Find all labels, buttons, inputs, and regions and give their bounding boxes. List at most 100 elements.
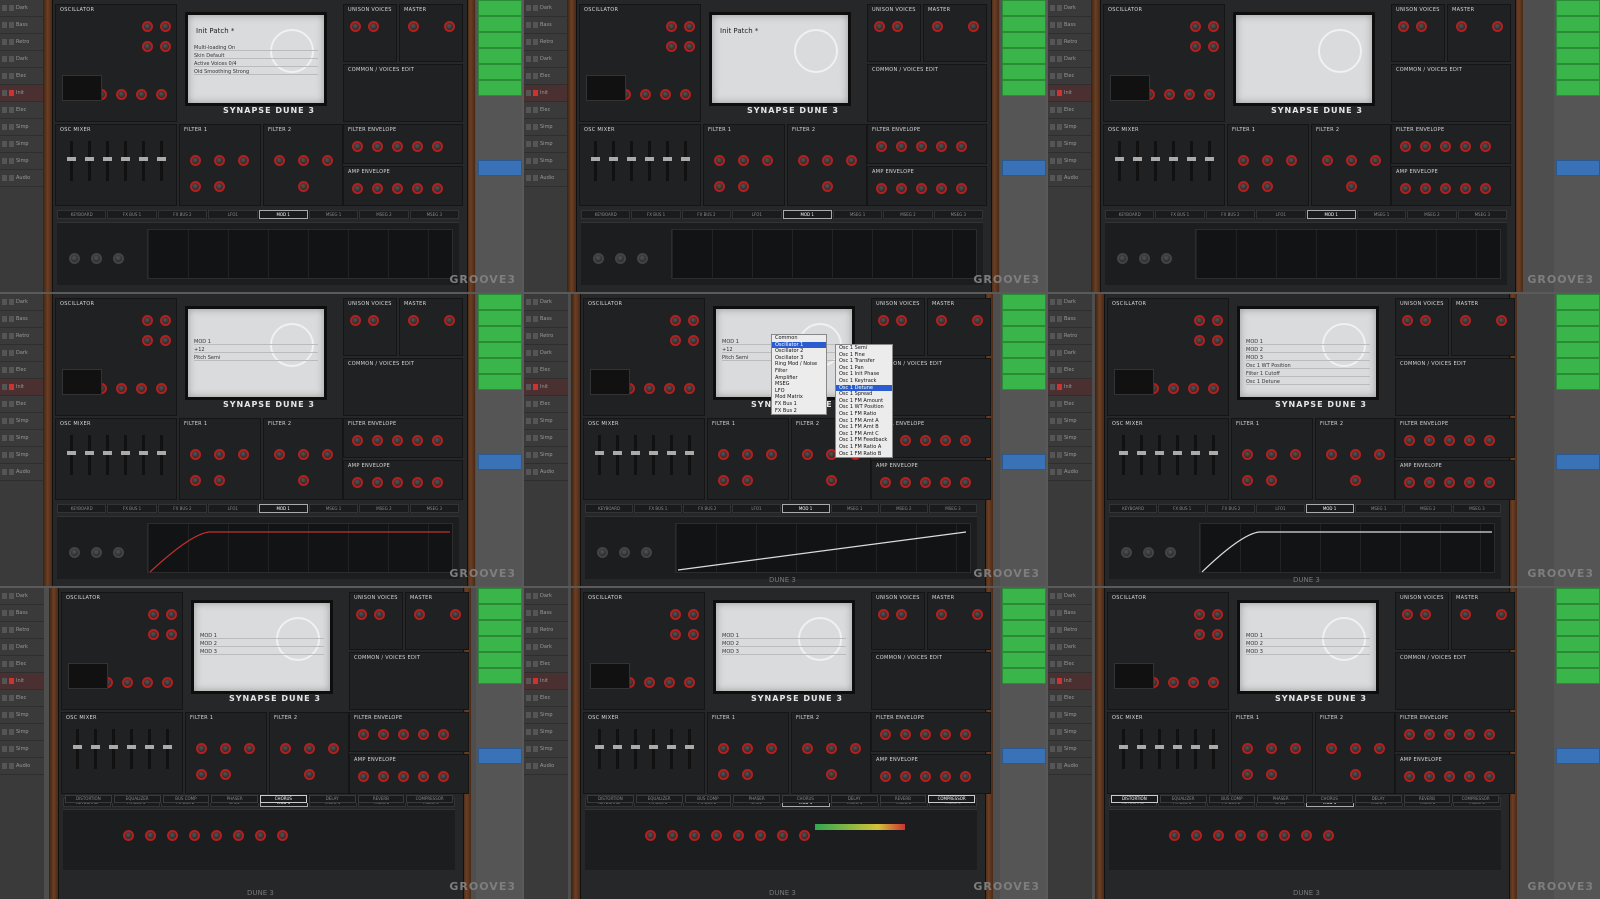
track-row[interactable]: Elec <box>0 102 44 119</box>
mod-knob[interactable] <box>69 253 80 264</box>
mute-button[interactable] <box>526 90 531 96</box>
solo-button[interactable] <box>1057 350 1062 356</box>
module-tab[interactable]: MSEG 3 <box>1457 210 1507 219</box>
menu-item[interactable]: Oscillator 2 <box>772 348 826 355</box>
midi-clip[interactable] <box>1002 374 1046 390</box>
mute-button[interactable] <box>526 384 531 390</box>
solo-button[interactable] <box>1057 141 1062 147</box>
mute-button[interactable] <box>2 158 7 164</box>
module-tab[interactable]: FX BUS 2 <box>681 210 732 219</box>
master-knob[interactable] <box>936 315 947 326</box>
master-knob[interactable] <box>408 21 419 32</box>
filter-knob[interactable] <box>1290 449 1301 460</box>
track-row[interactable]: Elec <box>0 362 44 379</box>
mixer-fader[interactable] <box>1133 141 1142 181</box>
module-tab[interactable]: FX BUS 2 <box>157 210 208 219</box>
filter-knob[interactable] <box>718 769 729 780</box>
osc-knob[interactable] <box>1188 677 1199 688</box>
fx-tab[interactable]: DELAY <box>830 795 878 803</box>
solo-button[interactable] <box>1057 158 1062 164</box>
envelope-knob[interactable] <box>936 183 947 194</box>
mute-button[interactable] <box>526 5 531 11</box>
mute-button[interactable] <box>1050 90 1055 96</box>
mixer-fader[interactable] <box>667 729 676 769</box>
osc-knob[interactable] <box>688 335 699 346</box>
module-tab[interactable]: LFO1 <box>1256 504 1305 513</box>
audio-clip[interactable] <box>1002 748 1046 764</box>
solo-button[interactable] <box>1057 333 1062 339</box>
track-row[interactable]: Dark <box>0 0 44 17</box>
module-tab[interactable]: MOD 1 <box>1305 504 1354 513</box>
filter-knob[interactable] <box>244 743 255 754</box>
fx-knob[interactable] <box>711 830 722 841</box>
midi-clip[interactable] <box>478 16 522 32</box>
midi-clip[interactable] <box>1002 668 1046 684</box>
midi-clip[interactable] <box>1556 668 1600 684</box>
filter-knob[interactable] <box>766 743 777 754</box>
module-tab[interactable]: MSEG 2 <box>359 504 409 513</box>
envelope-knob[interactable] <box>372 141 383 152</box>
mute-button[interactable] <box>526 333 531 339</box>
mute-button[interactable] <box>526 627 531 633</box>
mute-button[interactable] <box>2 56 7 62</box>
mute-button[interactable] <box>1050 73 1055 79</box>
mod-knob[interactable] <box>113 547 124 558</box>
fx-tab[interactable]: REVERB <box>1403 795 1451 803</box>
midi-clip[interactable] <box>1002 326 1046 342</box>
envelope-knob[interactable] <box>1484 477 1495 488</box>
envelope-knob[interactable] <box>352 141 363 152</box>
solo-button[interactable] <box>533 695 538 701</box>
envelope-knob[interactable] <box>398 771 409 782</box>
track-row[interactable]: Elec <box>524 690 568 707</box>
envelope-knob[interactable] <box>1444 771 1455 782</box>
midi-clip[interactable] <box>1556 294 1600 310</box>
solo-button[interactable] <box>9 418 14 424</box>
menu-item[interactable]: Ring Mod / Noise <box>772 361 826 368</box>
osc-knob[interactable] <box>116 383 127 394</box>
envelope-knob[interactable] <box>956 183 967 194</box>
module-tab[interactable]: KEYBOARD <box>1109 504 1158 513</box>
midi-clip[interactable] <box>478 48 522 64</box>
solo-button[interactable] <box>9 73 14 79</box>
module-tab[interactable]: MSEG 2 <box>1403 504 1452 513</box>
filter-knob[interactable] <box>1370 155 1381 166</box>
mute-button[interactable] <box>526 56 531 62</box>
filter-knob[interactable] <box>1238 181 1249 192</box>
mixer-fader[interactable] <box>1187 141 1196 181</box>
osc-knob[interactable] <box>680 89 691 100</box>
menu-item[interactable]: Osc 1 FM Ratio A <box>836 444 892 451</box>
midi-clip[interactable] <box>1002 80 1046 96</box>
master-knob[interactable] <box>936 609 947 620</box>
mute-button[interactable] <box>2 593 7 599</box>
envelope-knob[interactable] <box>1460 183 1471 194</box>
envelope-knob[interactable] <box>876 183 887 194</box>
fx-knob[interactable] <box>1169 830 1180 841</box>
envelope-knob[interactable] <box>916 141 927 152</box>
solo-button[interactable] <box>9 435 14 441</box>
mute-button[interactable] <box>2 5 7 11</box>
filter-knob[interactable] <box>1266 769 1277 780</box>
module-tab[interactable]: MOD 1 <box>258 504 308 513</box>
mixer-fader[interactable] <box>1173 729 1182 769</box>
envelope-knob[interactable] <box>1420 141 1431 152</box>
solo-button[interactable] <box>533 384 538 390</box>
track-row[interactable]: Simp <box>0 413 44 430</box>
solo-button[interactable] <box>533 316 538 322</box>
filter-knob[interactable] <box>1238 155 1249 166</box>
master-knob[interactable] <box>1460 315 1471 326</box>
mute-button[interactable] <box>1050 299 1055 305</box>
envelope-knob[interactable] <box>1424 729 1435 740</box>
mute-button[interactable] <box>1050 141 1055 147</box>
mute-button[interactable] <box>1050 39 1055 45</box>
mute-button[interactable] <box>2 729 7 735</box>
mute-button[interactable] <box>1050 107 1055 113</box>
solo-button[interactable] <box>1057 763 1062 769</box>
solo-button[interactable] <box>533 107 538 113</box>
track-row[interactable]: Elec <box>1048 102 1092 119</box>
mute-button[interactable] <box>2 627 7 633</box>
envelope-knob[interactable] <box>418 729 429 740</box>
osc-knob[interactable] <box>1194 609 1205 620</box>
track-row[interactable]: Audio <box>1048 170 1092 187</box>
fx-tab[interactable]: EQUALIZER <box>113 795 161 803</box>
filter-knob[interactable] <box>190 155 201 166</box>
